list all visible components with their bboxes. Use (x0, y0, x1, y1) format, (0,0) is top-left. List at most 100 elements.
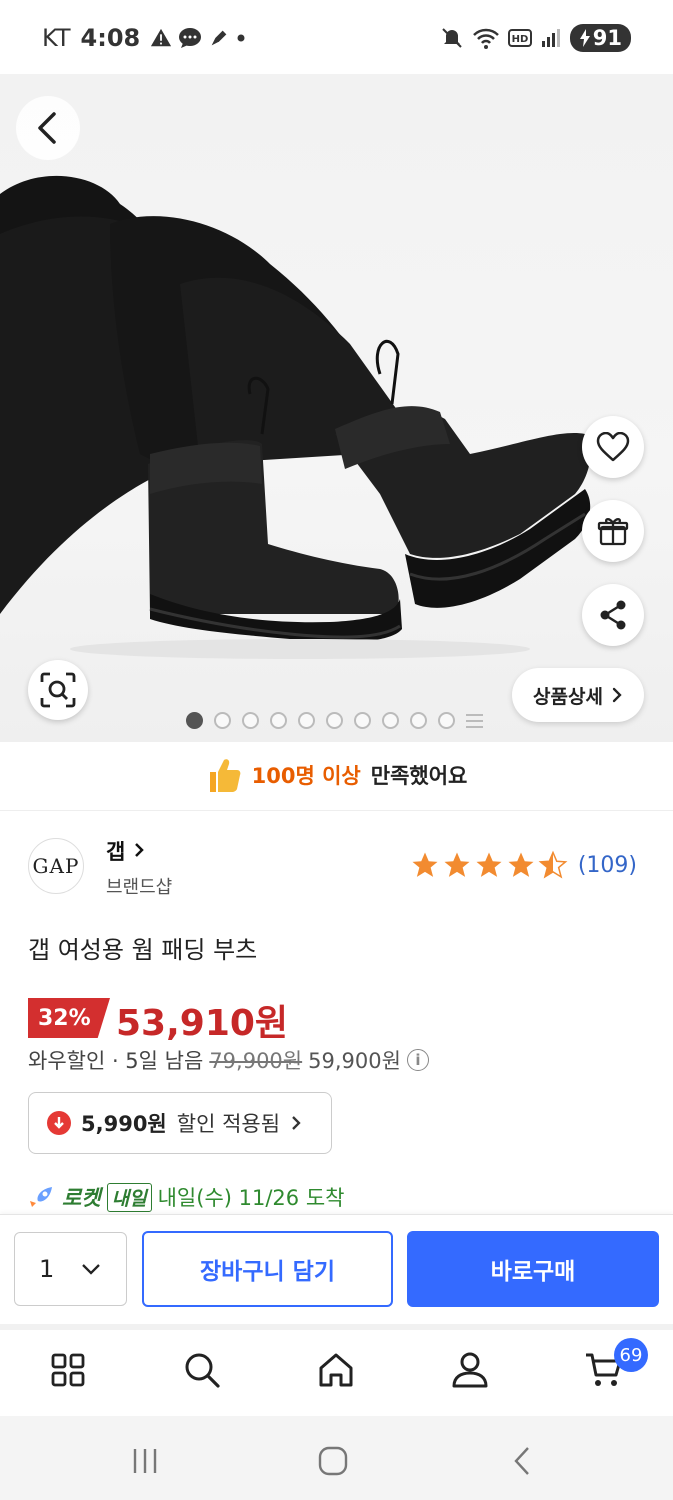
heart-icon (596, 432, 630, 462)
status-bar: KT 4:08 HD 91 (0, 0, 673, 78)
info-icon[interactable]: i (406, 1049, 429, 1071)
original-price: 59,900원 (308, 1049, 401, 1073)
product-detail-button[interactable]: 상품상세 (512, 668, 644, 722)
cart-count-badge: 69 (614, 1338, 648, 1372)
divider (0, 810, 673, 811)
gift-button[interactable] (582, 500, 644, 562)
satisfaction-banner: 100명 이상 만족했어요 (0, 742, 673, 808)
lens-search-icon (40, 672, 76, 708)
wifi-icon (472, 28, 499, 49)
star-icon (508, 852, 534, 877)
half-star-icon (538, 850, 568, 879)
carousel-dot[interactable] (382, 712, 399, 729)
coupon-label: 할인 적용됨 (176, 1112, 281, 1136)
chevron-down-icon (82, 1264, 100, 1275)
warning-icon (151, 28, 172, 47)
recent-apps-icon[interactable] (130, 1446, 160, 1476)
share-icon (600, 600, 626, 630)
tomorrow-badge: 내일 (106, 1182, 152, 1212)
share-button[interactable] (582, 584, 644, 646)
signal-icon (541, 29, 560, 47)
coupon-applied-button[interactable]: 5,990원 할인 적용됨 (28, 1092, 332, 1154)
battery-level: 91 (592, 26, 622, 50)
star-icon (412, 852, 438, 877)
add-to-cart-button[interactable]: 장바구니 담기 (142, 1231, 393, 1307)
product-title: 갭 여성용 웜 패딩 부츠 (28, 936, 258, 964)
user-icon (452, 1352, 488, 1388)
bottom-navigation (0, 1330, 673, 1416)
brand-logo[interactable]: GAP (28, 838, 84, 894)
brand-name-link[interactable]: 갭 (106, 836, 145, 866)
coupon-amount: 5,990원 (81, 1112, 167, 1136)
thumbs-up-icon (209, 759, 241, 792)
carousel-dot[interactable] (298, 712, 315, 729)
carrier-label: KT (42, 24, 71, 52)
clock: 4:08 (80, 24, 141, 52)
status-right: HD 91 (440, 24, 631, 52)
carousel-dot[interactable] (270, 712, 287, 729)
grid-icon (51, 1353, 85, 1387)
buy-now-button[interactable]: 바로구매 (407, 1231, 659, 1307)
mute-icon (442, 28, 462, 48)
pen-icon (211, 30, 227, 46)
rating[interactable]: (109) (410, 850, 637, 880)
price-details: 와우할인 · 5일 남음 79,900원 59,900원 i (28, 1045, 429, 1075)
carousel-dot[interactable] (214, 712, 231, 729)
quantity-select[interactable]: 1 (14, 1232, 127, 1306)
chevron-right-icon (612, 687, 622, 703)
notification-icons (150, 27, 246, 49)
brand-name: 갭 (106, 840, 126, 864)
brand-shop-label: 브랜드샵 (106, 877, 173, 898)
sale-price: 53,910원 (116, 1003, 289, 1044)
quantity-value: 1 (39, 1255, 55, 1283)
purchase-bar: 1 장바구니 담기 바로구매 (0, 1214, 673, 1324)
satisfaction-count: 100명 이상 (251, 764, 361, 788)
home-icon (319, 1353, 353, 1387)
gift-icon (597, 518, 629, 546)
star-icon (444, 852, 470, 877)
search-icon (185, 1353, 220, 1388)
rocket-icon (30, 1187, 52, 1207)
nav-my-account[interactable] (448, 1348, 492, 1392)
more-images-icon[interactable] (466, 713, 483, 728)
hd-icon: HD (507, 29, 532, 47)
rocket-label: 로켓 (62, 1186, 101, 1210)
wow-discount-label: 와우할인 · 5일 남음 (28, 1049, 204, 1073)
dot-icon (237, 34, 245, 42)
chevron-right-icon (292, 1116, 301, 1130)
carousel-dot[interactable] (186, 712, 203, 729)
status-left: KT 4:08 (42, 24, 246, 52)
nav-search[interactable] (180, 1348, 224, 1392)
review-count[interactable]: (109) (578, 853, 637, 878)
product-image-carousel[interactable]: 상품상세 (0, 74, 673, 742)
image-search-button[interactable] (28, 660, 88, 720)
discount-badge: 32% (28, 998, 110, 1038)
nav-home[interactable] (314, 1348, 358, 1392)
back-button[interactable] (16, 96, 80, 160)
chevron-right-icon (134, 843, 144, 857)
product-detail-label: 상품상세 (533, 685, 603, 708)
carousel-dot[interactable] (354, 712, 371, 729)
strike-price: 79,900원 (209, 1049, 303, 1073)
product-photo (0, 175, 591, 659)
star-icon (476, 852, 502, 877)
carousel-dot[interactable] (410, 712, 427, 729)
wishlist-button[interactable] (582, 416, 644, 478)
delivery-info: 로켓 내일 내일(수) 11/26 도착 (28, 1182, 344, 1212)
charging-icon (579, 29, 590, 47)
chat-icon (179, 28, 202, 48)
svg-text:HD: HD (511, 34, 528, 45)
carousel-indicator (186, 712, 483, 729)
battery-indicator: 91 (569, 24, 631, 52)
home-button-icon[interactable] (318, 1446, 348, 1476)
chevron-left-icon (38, 112, 56, 144)
satisfaction-text: 만족했어요 (370, 764, 468, 788)
carousel-dot[interactable] (326, 712, 343, 729)
system-navigation-bar (0, 1416, 673, 1500)
back-nav-icon[interactable] (508, 1446, 538, 1476)
delivery-date: 내일(수) 11/26 도착 (157, 1186, 345, 1210)
carousel-dot[interactable] (438, 712, 455, 729)
arrow-down-icon (47, 1111, 71, 1135)
nav-categories[interactable] (46, 1348, 90, 1392)
carousel-dot[interactable] (242, 712, 259, 729)
